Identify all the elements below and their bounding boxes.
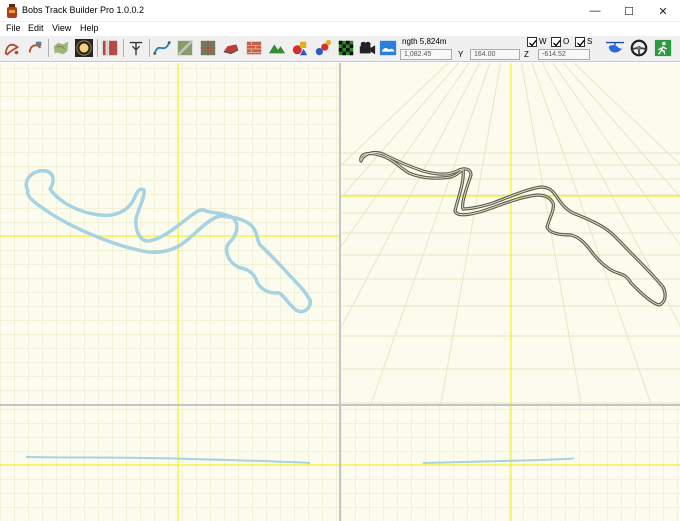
title-bar: Bobs Track Builder Pro 1.0.0.2 — ☐ ✕ <box>0 0 680 22</box>
helicopter-icon[interactable] <box>603 38 627 58</box>
menu-file[interactable]: File <box>6 23 21 33</box>
x-coordinate-field: 1,082.45 <box>400 49 452 60</box>
brick-wall-icon[interactable] <box>244 38 264 58</box>
camera-icon[interactable] <box>357 38 377 58</box>
perspective-canvas <box>341 63 680 404</box>
sun-light-icon[interactable] <box>74 38 94 58</box>
side-view-right-viewport[interactable] <box>341 406 680 521</box>
toolbar-separator <box>123 39 124 57</box>
y-label: Y <box>458 50 464 59</box>
window-title: Bobs Track Builder Pro 1.0.0.2 <box>22 5 145 15</box>
maximize-button[interactable]: ☐ <box>612 0 646 22</box>
toolbar-separator <box>48 39 49 57</box>
menu-view[interactable]: View <box>52 23 71 33</box>
top-view-canvas <box>0 63 339 404</box>
app-icon <box>7 4 17 18</box>
toolbar-separator <box>149 39 150 57</box>
exit-icon[interactable] <box>653 38 673 58</box>
track-length-text: ngth 5,824m <box>402 37 447 46</box>
minimize-button[interactable]: — <box>578 0 612 22</box>
objects-checkbox[interactable] <box>551 37 562 47</box>
wall-texture-icon[interactable] <box>100 38 120 58</box>
menu-edit[interactable]: Edit <box>28 23 44 33</box>
vertical-splitter[interactable] <box>339 63 341 521</box>
surface-label: S <box>587 37 593 46</box>
objects-label: O <box>563 37 570 46</box>
checkered-flag-icon[interactable] <box>336 38 356 58</box>
spline-curve-icon[interactable] <box>152 38 172 58</box>
wireframe-checkbox[interactable] <box>527 37 538 47</box>
steering-wheel-icon[interactable] <box>629 38 649 58</box>
wireframe-label: W <box>539 37 547 46</box>
menu-help[interactable]: Help <box>80 23 99 33</box>
terrain-map-icon[interactable] <box>51 38 71 58</box>
side-view-left-viewport[interactable] <box>0 406 339 521</box>
objects-icon[interactable] <box>313 38 333 58</box>
toolbar-separator <box>97 39 98 57</box>
close-button[interactable]: ✕ <box>646 0 680 22</box>
side-view-right-canvas <box>341 406 680 521</box>
track-split-icon[interactable] <box>126 38 146 58</box>
road-grid-icon[interactable] <box>175 38 195 58</box>
surface-grid-icon[interactable] <box>198 38 218 58</box>
surface-checkbox[interactable] <box>575 37 586 47</box>
side-view-left-canvas <box>0 406 339 521</box>
shapes-icon[interactable] <box>290 38 310 58</box>
top-view-viewport[interactable] <box>0 63 339 404</box>
menu-bar: File Edit View Help <box>0 22 680 36</box>
car-object-icon[interactable] <box>221 38 241 58</box>
z-label: Z <box>524 50 529 59</box>
track-edit-icon[interactable] <box>25 38 45 58</box>
perspective-viewport[interactable] <box>341 63 680 404</box>
track-curve-icon[interactable] <box>2 38 22 58</box>
mountain-icon[interactable] <box>267 38 287 58</box>
z-coordinate-field: -614.52 <box>538 49 590 60</box>
sky-icon[interactable] <box>378 38 398 58</box>
y-coordinate-field: 164.00 <box>470 49 520 60</box>
coordinate-readout: ngth 5,824m 1,082.45 Y 164.00 <box>400 37 520 61</box>
horizontal-splitter[interactable] <box>0 404 680 406</box>
